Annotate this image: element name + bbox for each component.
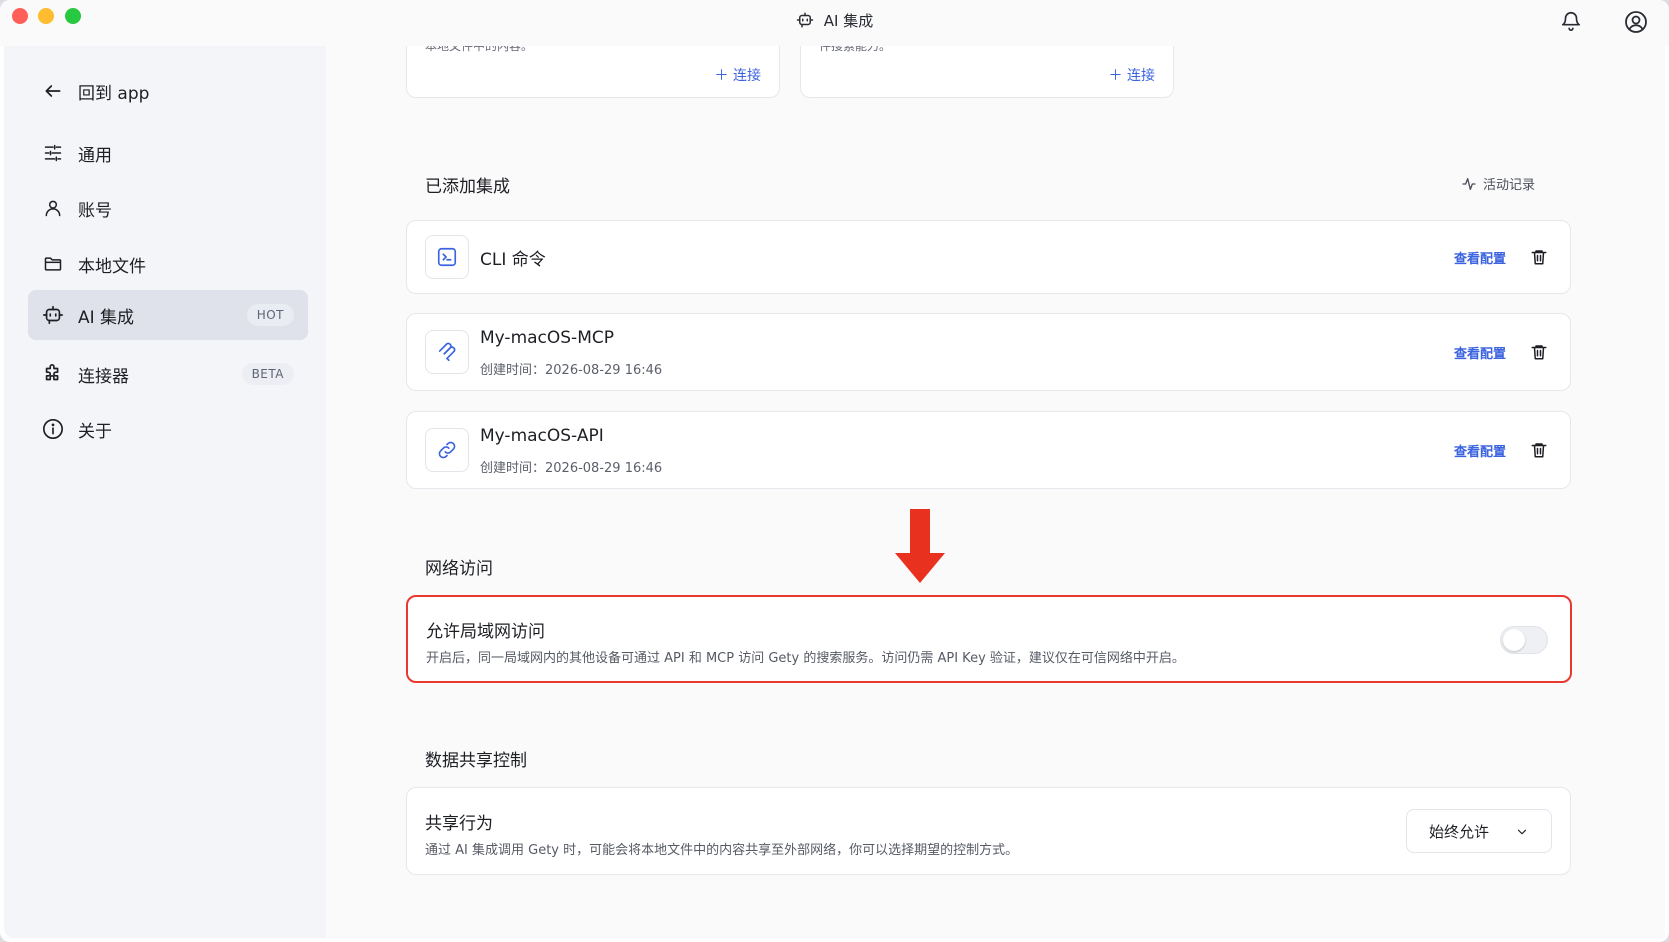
integration-row-api: My-macOS-API 创建时间：2026-08-29 16:46 查看配置	[406, 411, 1571, 489]
sidebar-item-label: 连接器	[78, 366, 129, 387]
sidebar-item-connectors[interactable]: 连接器 BETA	[28, 349, 308, 399]
user-icon	[42, 197, 64, 219]
activity-log-button[interactable]: 活动记录	[1461, 174, 1535, 193]
sidebar-item-ai-integration[interactable]: AI 集成 HOT	[28, 290, 308, 340]
created-date: 2026-08-29 16:46	[545, 461, 663, 476]
sharing-behavior-select[interactable]: 始终允许	[1406, 809, 1552, 853]
sidebar-item-general[interactable]: 通用	[28, 128, 308, 178]
integration-name: My-macOS-API	[480, 426, 604, 446]
sidebar-item-about[interactable]: 关于	[28, 404, 308, 454]
sharing-behavior-description: 通过 AI 集成调用 Gety 时，可能会将本地文件中的内容共享至外部网络，你可…	[425, 843, 1019, 858]
available-integration-card: 件搜索能力。 ＋ 连接	[800, 46, 1174, 98]
connect-label: 连接	[733, 68, 761, 84]
chevron-down-icon	[1515, 825, 1529, 843]
sidebar-item-account[interactable]: 账号	[28, 183, 308, 233]
sidebar-item-label: 本地文件	[78, 256, 146, 277]
view-config-button[interactable]: 查看配置	[1454, 248, 1506, 267]
mcp-icon	[425, 330, 469, 374]
view-config-button[interactable]: 查看配置	[1454, 343, 1506, 362]
lan-access-toggle[interactable]	[1500, 626, 1548, 654]
view-config-button[interactable]: 查看配置	[1454, 441, 1506, 460]
trash-icon[interactable]	[1530, 247, 1548, 267]
select-value: 始终允许	[1429, 822, 1490, 841]
window-title: AI 集成	[0, 10, 1669, 33]
sharing-behavior-card: 共享行为 通过 AI 集成调用 Gety 时，可能会将本地文件中的内容共享至外部…	[406, 787, 1571, 875]
robot-icon	[796, 11, 814, 33]
sidebar-item-label: 通用	[78, 145, 112, 166]
trash-icon[interactable]	[1530, 342, 1548, 362]
created-label: 创建时间：	[480, 363, 546, 378]
app-window: AI 集成 回到 app 通用 账号 本地文件 AI 集成 HOT 连接器 BE…	[0, 0, 1669, 942]
terminal-icon	[425, 235, 469, 279]
card-description-fragment: 本地文件中的内容。	[425, 46, 534, 53]
info-icon	[42, 418, 64, 440]
sidebar-item-label: 账号	[78, 200, 112, 221]
available-integration-card: 本地文件中的内容。 ＋ 连接	[406, 46, 780, 98]
integration-name: CLI 命令	[480, 250, 546, 270]
network-access-title: 网络访问	[425, 559, 493, 579]
activity-log-label: 活动记录	[1482, 178, 1535, 193]
trash-icon[interactable]	[1530, 440, 1548, 460]
main-content: 本地文件中的内容。 ＋ 连接 件搜索能力。 ＋ 连接 已添加集成 活动记录 CL…	[326, 46, 1665, 938]
beta-badge: BETA	[241, 363, 294, 385]
sidebar-item-local-files[interactable]: 本地文件	[28, 239, 308, 289]
window-title-text: AI 集成	[823, 12, 874, 30]
lan-access-card: 允许局域网访问 开启后，同一局域网内的其他设备可通过 API 和 MCP 访问 …	[406, 595, 1572, 683]
sidebar-item-label: 关于	[78, 421, 112, 442]
arrow-left-icon	[42, 80, 64, 102]
integration-created-at: 创建时间：2026-08-29 16:46	[480, 359, 662, 378]
integration-row-mcp: My-macOS-MCP 创建时间：2026-08-29 16:46 查看配置	[406, 313, 1571, 391]
robot-icon	[42, 304, 64, 326]
integration-name: My-macOS-MCP	[480, 328, 614, 348]
sidebar: 回到 app 通用 账号 本地文件 AI 集成 HOT 连接器 BETA 关于	[4, 46, 326, 938]
sidebar-item-label: AI 集成	[78, 307, 135, 328]
lan-access-title: 允许局域网访问	[426, 622, 545, 642]
toggle-knob	[1503, 629, 1525, 651]
titlebar: AI 集成	[0, 0, 1669, 46]
data-sharing-title: 数据共享控制	[425, 751, 527, 771]
added-integrations-title: 已添加集成	[425, 177, 510, 197]
puzzle-icon	[42, 363, 64, 385]
bell-icon[interactable]	[1560, 10, 1582, 32]
integration-created-at: 创建时间：2026-08-29 16:46	[480, 457, 662, 476]
sliders-icon	[42, 142, 64, 164]
user-circle-icon[interactable]	[1624, 10, 1647, 33]
sharing-behavior-title: 共享行为	[425, 814, 493, 834]
integration-row-cli: CLI 命令 查看配置	[406, 220, 1571, 294]
back-label: 回到 app	[78, 83, 150, 104]
link-icon	[425, 428, 469, 472]
connect-button[interactable]: ＋ 连接	[715, 65, 761, 85]
connect-button[interactable]: ＋ 连接	[1109, 65, 1155, 85]
connect-label: 连接	[1127, 68, 1155, 84]
annotation-arrow-down-icon	[895, 509, 945, 583]
activity-icon	[1462, 177, 1476, 190]
created-date: 2026-08-29 16:46	[545, 363, 663, 378]
hot-badge: HOT	[246, 304, 294, 326]
folder-icon	[42, 253, 64, 275]
created-label: 创建时间：	[480, 461, 546, 476]
lan-access-description: 开启后，同一局域网内的其他设备可通过 API 和 MCP 访问 Gety 的搜索…	[426, 651, 1185, 666]
card-description-fragment: 件搜索能力。	[819, 46, 892, 53]
back-to-app-button[interactable]: 回到 app	[28, 66, 308, 116]
